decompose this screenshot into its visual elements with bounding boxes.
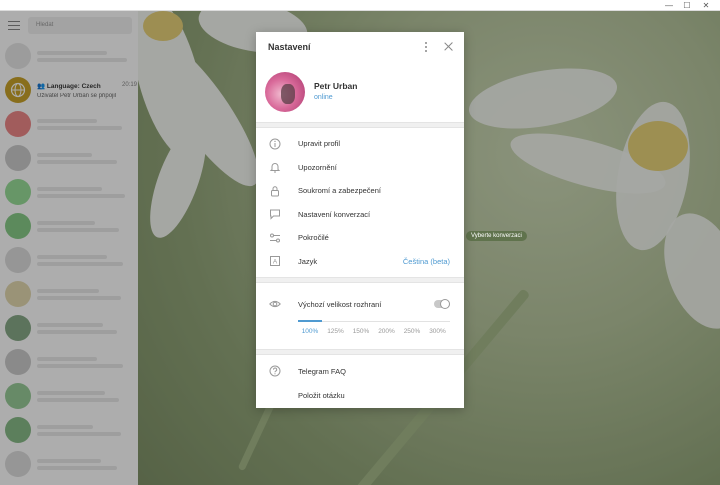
- help-menu: Telegram FAQ Položit otázku: [256, 355, 464, 406]
- scale-option-250[interactable]: 250%: [404, 328, 421, 335]
- scale-option-200[interactable]: 200%: [378, 328, 395, 335]
- language-value[interactable]: Čeština (beta): [403, 257, 450, 266]
- menu-item-privacy[interactable]: Soukromí a zabezpečení: [256, 179, 464, 203]
- menu-item-edit-profile[interactable]: Upravit profil: [256, 132, 464, 156]
- settings-menu: Upravit profil Upozornění Soukromí a zab…: [256, 128, 464, 273]
- menu-item-telegram-faq[interactable]: Telegram FAQ: [256, 359, 464, 383]
- menu-label: Pokročilé: [298, 233, 329, 243]
- language-icon: A: [269, 255, 281, 267]
- avatar[interactable]: [265, 72, 305, 112]
- menu-label: Jazyk: [298, 256, 318, 266]
- info-icon: [269, 138, 281, 150]
- profile-status: online: [314, 94, 333, 101]
- question-icon: [269, 365, 281, 377]
- menu-label: Telegram FAQ: [298, 367, 346, 376]
- scale-option-150[interactable]: 150%: [353, 328, 370, 335]
- window-titlebar: — ☐ ✕: [0, 0, 720, 11]
- menu-label: Nastavení konverzací: [298, 209, 371, 219]
- settings-header: Nastavení: [256, 32, 464, 64]
- scale-option-300[interactable]: 300%: [429, 328, 446, 335]
- svg-text:A: A: [273, 259, 278, 266]
- menu-item-language[interactable]: A Jazyk Čeština (beta): [256, 250, 464, 274]
- menu-item-ask-question[interactable]: Položit otázku: [256, 383, 464, 407]
- menu-label: Soukromí a zabezpečení: [298, 186, 381, 196]
- select-chat-badge: Vyberte konverzaci: [466, 231, 527, 241]
- menu-item-notifications[interactable]: Upozornění: [256, 156, 464, 180]
- scale-option-125[interactable]: 125%: [327, 328, 344, 335]
- menu-label: Upravit profil: [298, 139, 341, 149]
- more-options-icon[interactable]: [421, 41, 431, 53]
- bell-icon: [269, 161, 281, 173]
- close-icon[interactable]: [443, 41, 455, 53]
- settings-dialog: Nastavení Petr Urban online Upravit prof…: [256, 32, 464, 408]
- scale-slider-fill: [298, 320, 322, 322]
- settings-title: Nastavení: [268, 42, 311, 52]
- default-scale-toggle[interactable]: [434, 299, 450, 309]
- maximize-button[interactable]: ☐: [680, 0, 694, 11]
- scale-option-100[interactable]: 100%: [302, 328, 319, 335]
- lock-icon: [269, 185, 281, 197]
- menu-label: Upozornění: [298, 162, 337, 172]
- eye-icon: [269, 298, 281, 310]
- profile-name: Petr Urban: [314, 81, 358, 91]
- interface-scale-section: Výchozí velikost rozhraní 100% 125% 150%…: [256, 283, 464, 349]
- menu-item-advanced[interactable]: Pokročilé: [256, 226, 464, 250]
- chat-bubble-icon: [269, 208, 281, 220]
- sliders-icon: [269, 232, 281, 244]
- default-scale-label: Výchozí velikost rozhraní: [298, 300, 382, 309]
- menu-label: Položit otázku: [298, 390, 345, 400]
- minimize-button[interactable]: —: [662, 0, 676, 11]
- menu-item-chat-settings[interactable]: Nastavení konverzací: [256, 203, 464, 227]
- profile-section[interactable]: Petr Urban online: [256, 64, 464, 122]
- close-window-button[interactable]: ✕: [699, 0, 713, 11]
